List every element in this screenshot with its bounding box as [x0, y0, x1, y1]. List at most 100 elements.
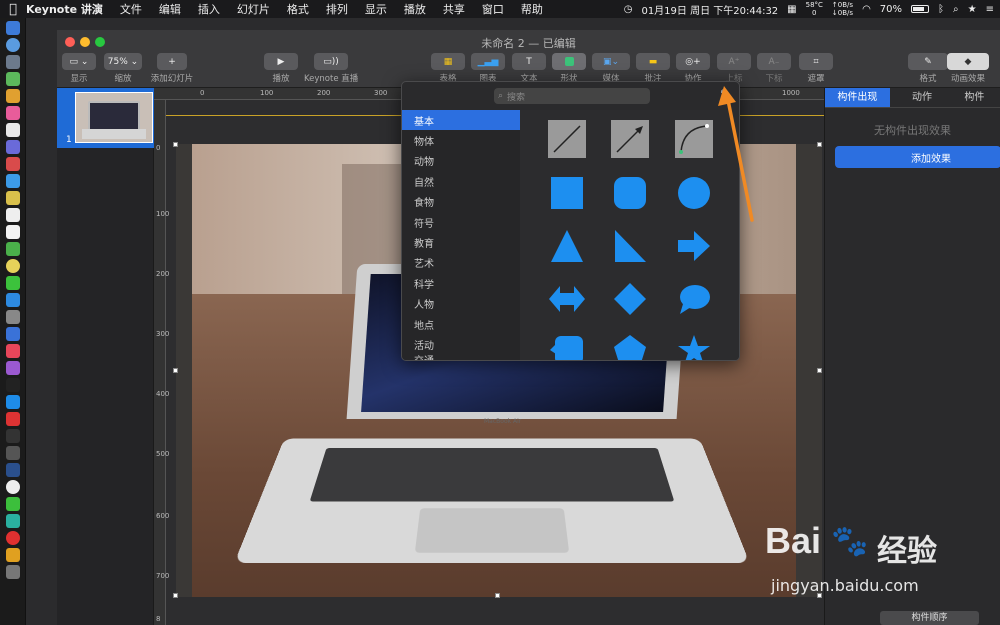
arrow-line-shape[interactable] — [611, 120, 649, 158]
add-slide-button[interactable]: + — [157, 53, 187, 70]
vivaldi-icon[interactable] — [6, 412, 20, 426]
reminders-icon[interactable] — [6, 225, 20, 239]
tab-build-in[interactable]: 构件出现 — [825, 88, 890, 107]
media-tool[interactable]: ▣⌄ 媒体 — [592, 53, 630, 84]
app-icon-green[interactable] — [6, 72, 20, 86]
app-icon-pink[interactable] — [6, 106, 20, 120]
menu-insert[interactable]: 插入 — [198, 1, 220, 17]
folder-icon[interactable] — [6, 548, 20, 562]
zoom-select[interactable]: 75% ⌄ — [104, 53, 142, 70]
keynote-live-button[interactable]: ▭)) — [314, 53, 348, 70]
collab-button[interactable]: ◎+ — [676, 53, 710, 70]
resize-handle[interactable] — [817, 368, 822, 373]
diamond-shape[interactable] — [611, 280, 649, 318]
apple-icon[interactable]:  — [0, 2, 26, 17]
resize-handle[interactable] — [173, 593, 178, 598]
yandex-icon[interactable] — [6, 480, 20, 494]
animate-tool[interactable]: ◆ 动画效果 — [947, 53, 989, 84]
messages-icon[interactable] — [6, 276, 20, 290]
play-button[interactable]: ▶ — [264, 53, 298, 70]
shape-tool[interactable]: 形状 — [552, 53, 586, 84]
vpn-icon[interactable] — [6, 463, 20, 477]
app-icon-blue[interactable] — [6, 174, 20, 188]
category-item[interactable]: 动物 — [402, 151, 520, 171]
format-button[interactable]: ✎ — [908, 53, 948, 70]
wifi-icon[interactable]: ◠ — [862, 4, 871, 15]
podcasts-icon[interactable] — [6, 361, 20, 375]
mask-button[interactable]: ⌗ — [799, 53, 833, 70]
wechat-icon[interactable] — [6, 497, 20, 511]
category-item[interactable]: 艺术 — [402, 253, 520, 273]
menu-arrange[interactable]: 排列 — [326, 1, 348, 17]
menu-view[interactable]: 显示 — [365, 1, 387, 17]
menu-format[interactable]: 格式 — [287, 1, 309, 17]
music-icon[interactable] — [6, 344, 20, 358]
category-item[interactable]: 地点 — [402, 314, 520, 334]
star-shape[interactable] — [675, 332, 713, 360]
resize-handle[interactable] — [173, 368, 178, 373]
comment-tool[interactable]: ▬ 批注 — [636, 53, 670, 84]
photo-booth-icon[interactable] — [6, 310, 20, 324]
chart-button[interactable]: ▁▃▅ — [471, 53, 505, 70]
tv-icon[interactable] — [6, 378, 20, 392]
app-icon-gray[interactable] — [6, 446, 20, 460]
curve-shape[interactable] — [675, 120, 713, 158]
arrow-shape[interactable] — [675, 227, 713, 265]
menu-file[interactable]: 文件 — [120, 1, 142, 17]
menu-share[interactable]: 共享 — [443, 1, 465, 17]
add-slide-tool[interactable]: + 添加幻灯片 — [150, 53, 194, 84]
category-item[interactable]: 教育 — [402, 232, 520, 252]
text-button[interactable]: T — [512, 53, 546, 70]
add-effect-button[interactable]: 添加效果 — [835, 146, 1000, 168]
keynote-icon[interactable] — [6, 327, 20, 341]
search-icon[interactable]: ⌕ — [953, 4, 959, 15]
subscript-button[interactable]: A₋ — [757, 53, 791, 70]
menu-app[interactable]: Keynote 讲演 — [26, 1, 103, 17]
star-icon[interactable]: ★ — [968, 4, 977, 15]
callout-square-shape[interactable] — [548, 332, 586, 360]
app-icon-purple[interactable] — [6, 140, 20, 154]
comment-button[interactable]: ▬ — [636, 53, 670, 70]
table-tool[interactable]: ▦ 表格 — [431, 53, 465, 84]
zoom-tool[interactable]: 75% ⌄ 缩放 — [104, 53, 142, 84]
category-item[interactable]: 食物 — [402, 192, 520, 212]
double-arrow-shape[interactable] — [548, 280, 586, 318]
notes-icon[interactable] — [6, 191, 20, 205]
search-input[interactable]: ⌕ 搜索 — [494, 88, 650, 104]
app-icon-orange[interactable] — [6, 89, 20, 103]
stats-icon[interactable]: ▦ — [787, 4, 796, 15]
category-item[interactable]: 活动 — [402, 334, 520, 354]
trash-icon[interactable] — [6, 565, 20, 579]
app-icon-teal[interactable] — [6, 514, 20, 528]
resize-handle[interactable] — [173, 142, 178, 147]
datetime[interactable]: 01月19日 周日 下午20:44:32 — [641, 2, 778, 17]
slide-thumbnail[interactable] — [75, 92, 153, 143]
superscript-button[interactable]: A⁺ — [717, 53, 751, 70]
chart-tool[interactable]: ▁▃▅ 图表 — [471, 53, 505, 84]
category-item[interactable]: 交通 — [402, 355, 520, 360]
category-item[interactable]: 自然 — [402, 171, 520, 191]
tab-action[interactable]: 动作 — [890, 88, 955, 107]
launchpad-icon[interactable] — [6, 55, 20, 69]
keynote-live-tool[interactable]: ▭)) Keynote 直播 — [304, 53, 358, 84]
tab-build-out[interactable]: 构件 — [954, 88, 1000, 107]
maps-icon[interactable] — [6, 242, 20, 256]
clock-icon[interactable]: ◷ — [624, 4, 633, 15]
line-shape[interactable] — [548, 120, 586, 158]
safari-icon[interactable] — [6, 38, 20, 52]
table-button[interactable]: ▦ — [431, 53, 465, 70]
format-tool[interactable]: ✎ 格式 — [908, 53, 948, 84]
speech-bubble-shape[interactable] — [675, 280, 713, 318]
resize-handle[interactable] — [495, 593, 500, 598]
circle-shape[interactable] — [675, 174, 713, 212]
appstore-icon[interactable] — [6, 395, 20, 409]
view-button[interactable]: ▭ ⌄ — [62, 53, 96, 70]
right-triangle-shape[interactable] — [611, 227, 649, 265]
menu-help[interactable]: 帮助 — [521, 1, 543, 17]
media-button[interactable]: ▣⌄ — [592, 53, 630, 70]
category-item[interactable]: 人物 — [402, 294, 520, 314]
category-item[interactable]: 物体 — [402, 130, 520, 150]
app-icon-red[interactable] — [6, 157, 20, 171]
rounded-square-shape[interactable] — [611, 174, 649, 212]
menu-slide[interactable]: 幻灯片 — [237, 1, 270, 17]
